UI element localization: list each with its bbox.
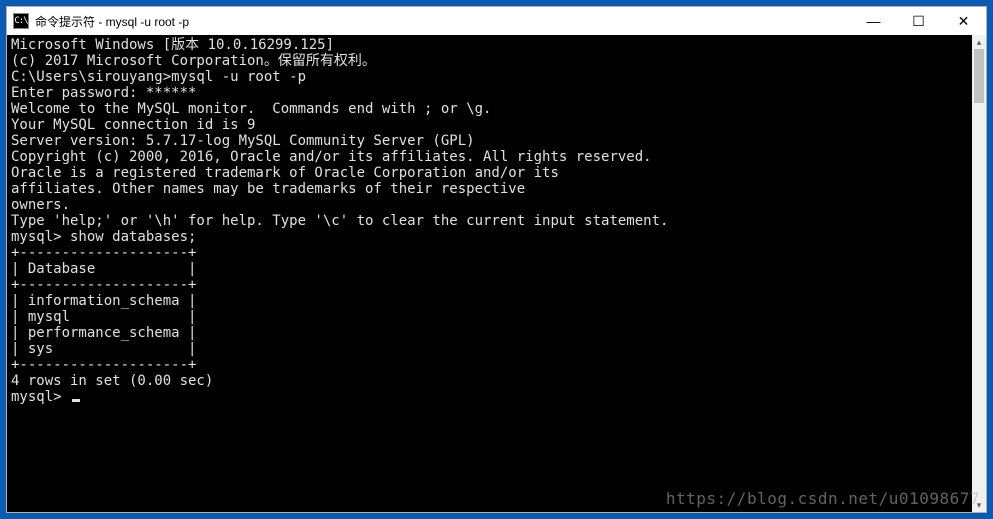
window-frame: C:\ 命令提示符 - mysql -u root -p — ☐ ✕ Micro… bbox=[0, 0, 993, 519]
terminal-line: 4 rows in set (0.00 sec) bbox=[11, 373, 968, 389]
window-title: 命令提示符 - mysql -u root -p bbox=[35, 13, 189, 30]
terminal-line: | performance_schema | bbox=[11, 325, 968, 341]
titlebar[interactable]: C:\ 命令提示符 - mysql -u root -p — ☐ ✕ bbox=[7, 7, 986, 35]
terminal-line: Oracle is a registered trademark of Orac… bbox=[11, 165, 968, 181]
terminal-line: +--------------------+ bbox=[11, 245, 968, 261]
terminal-line: (c) 2017 Microsoft Corporation。保留所有权利。 bbox=[11, 53, 968, 69]
terminal-line: Copyright (c) 2000, 2016, Oracle and/or … bbox=[11, 149, 968, 165]
terminal-line: | information_schema | bbox=[11, 293, 968, 309]
terminal-line: mysql> show databases; bbox=[11, 229, 968, 245]
terminal-line: Welcome to the MySQL monitor. Commands e… bbox=[11, 101, 968, 117]
window-inner: C:\ 命令提示符 - mysql -u root -p — ☐ ✕ Micro… bbox=[6, 6, 987, 513]
terminal-line: affiliates. Other names may be trademark… bbox=[11, 181, 968, 197]
terminal-line: Type 'help;' or '\h' for help. Type '\c'… bbox=[11, 213, 968, 229]
terminal-line: | sys | bbox=[11, 341, 968, 357]
terminal-line: Microsoft Windows [版本 10.0.16299.125] bbox=[11, 37, 968, 53]
terminal-line: | Database | bbox=[11, 261, 968, 277]
terminal-line: +--------------------+ bbox=[11, 277, 968, 293]
terminal-line: mysql> bbox=[11, 389, 968, 405]
terminal-line: Server version: 5.7.17-log MySQL Communi… bbox=[11, 133, 968, 149]
terminal-content[interactable]: Microsoft Windows [版本 10.0.16299.125](c)… bbox=[7, 35, 972, 512]
terminal-line: +--------------------+ bbox=[11, 357, 968, 373]
scroll-up-button[interactable]: ▴ bbox=[972, 35, 986, 49]
terminal-area[interactable]: Microsoft Windows [版本 10.0.16299.125](c)… bbox=[7, 35, 986, 512]
cursor bbox=[72, 399, 80, 402]
scroll-thumb[interactable] bbox=[974, 49, 984, 103]
minimize-button[interactable]: — bbox=[851, 7, 896, 35]
terminal-line: | mysql | bbox=[11, 309, 968, 325]
terminal-line: owners. bbox=[11, 197, 968, 213]
terminal-line: Enter password: ****** bbox=[11, 85, 968, 101]
close-button[interactable]: ✕ bbox=[941, 7, 986, 35]
maximize-button[interactable]: ☐ bbox=[896, 7, 941, 35]
terminal-line: C:\Users\sirouyang>mysql -u root -p bbox=[11, 69, 968, 85]
scrollbar[interactable]: ▴ ▾ bbox=[972, 35, 986, 512]
cmd-icon: C:\ bbox=[13, 13, 29, 29]
terminal-line: Your MySQL connection id is 9 bbox=[11, 117, 968, 133]
scroll-down-button[interactable]: ▾ bbox=[972, 498, 986, 512]
